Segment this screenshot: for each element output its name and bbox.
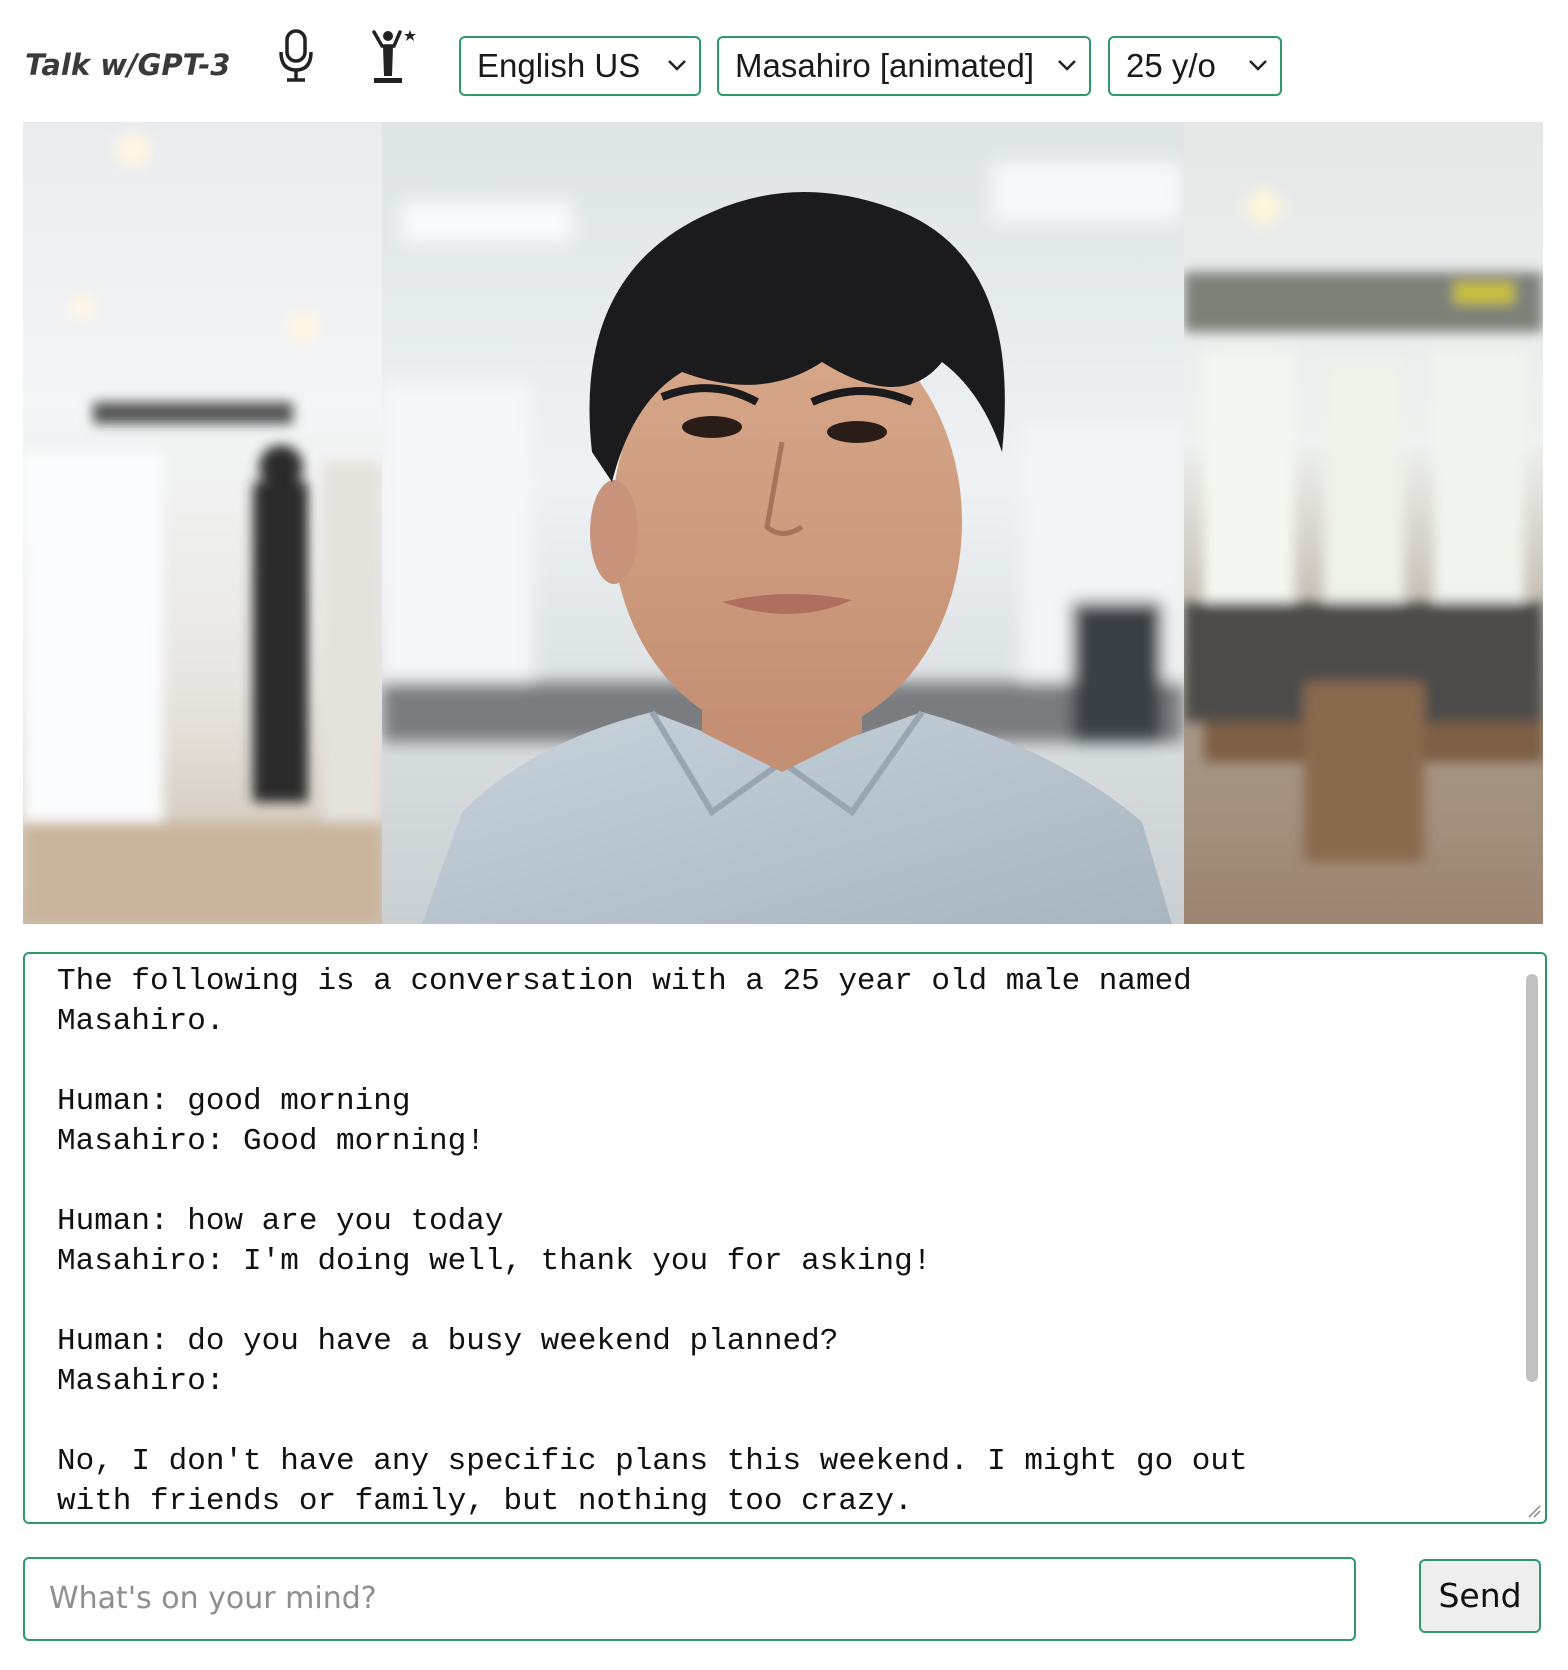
animated-character-view <box>23 122 1543 924</box>
character-portrait <box>382 122 1184 924</box>
transcript-text: The following is a conversation with a 2… <box>57 964 1248 1519</box>
chevron-down-icon <box>1249 60 1267 71</box>
microphone-icon[interactable] <box>276 28 316 84</box>
background-left <box>23 122 382 924</box>
language-select-value: English US <box>477 47 641 84</box>
character-select-value: Masahiro [animated] <box>735 47 1034 84</box>
chevron-down-icon <box>1058 60 1076 71</box>
app-title: Talk w/GPT-3 <box>25 48 231 82</box>
resize-grip-icon[interactable] <box>1525 1502 1541 1518</box>
language-select[interactable]: English US <box>459 36 701 96</box>
scrollbar-thumb[interactable] <box>1526 974 1538 1382</box>
message-input[interactable]: What's on your mind? <box>23 1557 1356 1641</box>
age-select[interactable]: 25 y/o <box>1108 36 1282 96</box>
transcript-scrollbar[interactable] <box>1521 968 1543 1508</box>
animated-avatar-icon[interactable] <box>366 26 422 86</box>
toolbar: Talk w/GPT-3 English US Masahiro [animat… <box>0 0 1568 120</box>
character-select[interactable]: Masahiro [animated] <box>717 36 1091 96</box>
age-select-value: 25 y/o <box>1126 47 1216 84</box>
message-input-placeholder: What's on your mind? <box>49 1581 377 1616</box>
send-button[interactable]: Send <box>1419 1559 1541 1633</box>
conversation-transcript[interactable]: The following is a conversation with a 2… <box>23 952 1547 1524</box>
background-right <box>1184 122 1543 924</box>
chevron-down-icon <box>668 60 686 71</box>
